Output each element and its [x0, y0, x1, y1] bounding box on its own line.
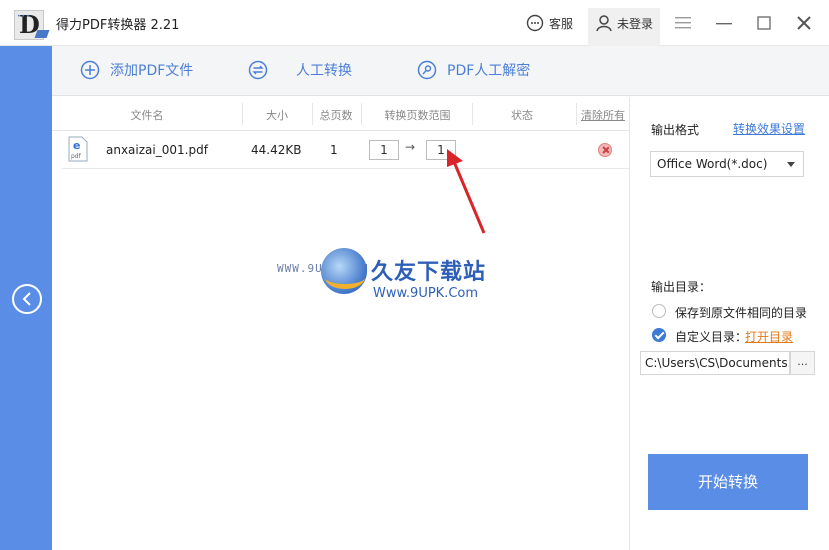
start-convert-button[interactable]: 开始转换 [648, 454, 808, 510]
custom-dir-label: 自定义目录： [675, 330, 748, 344]
close-icon [797, 16, 811, 30]
pdf-decrypt-button[interactable]: PDF人工解密 [417, 60, 530, 80]
output-path-field[interactable]: C:\Users\CS\Documents... [640, 351, 790, 375]
header-divider [361, 103, 362, 125]
swap-arrows-icon [248, 60, 268, 80]
annotation-arrow-icon [447, 149, 486, 234]
key-icon [417, 60, 437, 80]
header-divider [576, 103, 577, 125]
minimize-icon [716, 23, 732, 25]
output-format-label: 输出格式 [651, 123, 700, 137]
plus-circle-icon [80, 60, 100, 80]
pdf-file-icon: e pdf [68, 136, 88, 162]
main-toolbar: 添加PDF文件 人工转换 PDF人工解密 [52, 46, 829, 96]
custom-dir-radio[interactable] [652, 328, 666, 342]
file-pages: 1 [330, 143, 338, 157]
maximize-button[interactable] [751, 10, 777, 36]
delete-row-icon[interactable] [598, 143, 612, 157]
same-dir-radio[interactable] [652, 304, 666, 318]
add-pdf-button[interactable]: 添加PDF文件 [80, 60, 193, 80]
range-from-input[interactable]: 1 [369, 140, 399, 160]
hamburger-icon [675, 17, 691, 29]
login-label: 未登录 [617, 16, 654, 31]
chat-bubble-icon [526, 14, 544, 32]
watermark: WWW.9UPK.COM 久友下载站 Www.9UPK.Com [277, 248, 517, 308]
customer-service-button[interactable]: 客服 [526, 14, 573, 32]
header-divider [312, 103, 313, 125]
header-range: 转换页数范围 [384, 109, 451, 122]
browse-button[interactable]: ... [790, 351, 815, 375]
file-name: anxaizai_001.pdf [106, 143, 208, 157]
header-pages: 总页数 [319, 109, 353, 122]
minimize-button[interactable] [711, 10, 737, 36]
table-row[interactable]: e pdf anxaizai_001.pdf 44.42KB 1 1 → 1 [62, 131, 629, 169]
range-arrow-icon: → [405, 140, 416, 154]
svg-text:e: e [73, 139, 80, 152]
customer-service-label: 客服 [549, 16, 574, 31]
watermark-globe-icon [321, 248, 367, 294]
pdf-file-icon-text: pdf [71, 153, 82, 160]
chevron-down-icon [787, 162, 795, 167]
open-dir-link[interactable]: 打开目录 [745, 328, 793, 345]
header-divider [242, 103, 243, 125]
menu-button[interactable] [670, 10, 696, 36]
watermark-title: 久友下载站 [371, 260, 487, 285]
left-sidebar [0, 46, 52, 550]
output-dir-label: 输出目录： [651, 280, 712, 294]
table-header: 文件名 大小 总页数 转换页数范围 状态 清除所有 [52, 97, 629, 131]
watermark-subtitle: Www.9UPK.Com [373, 286, 479, 301]
login-button[interactable]: 未登录 [596, 14, 653, 32]
settings-panel: 输出格式 转换效果设置 Office Word(*.doc) 输出目录： 保存到… [629, 97, 829, 550]
header-divider [472, 103, 473, 125]
file-table: 文件名 大小 总页数 转换页数范围 状态 清除所有 e pdf anxaizai… [52, 97, 629, 550]
file-size: 44.42KB [251, 143, 302, 157]
app-window: D ••• 得力PDF转换器 2.21 客服 未登录 添加PDF文件 人工转换 … [0, 0, 829, 550]
title-bar: D ••• 得力PDF转换器 2.21 客服 未登录 [0, 0, 829, 46]
app-title: 得力PDF转换器 2.21 [56, 18, 180, 33]
header-filename: 文件名 [130, 109, 164, 122]
output-format-value: Office Word(*.doc) [657, 157, 768, 171]
same-dir-label: 保存到原文件相同的目录 [675, 306, 808, 320]
header-size: 大小 [266, 109, 288, 122]
add-pdf-label: 添加PDF文件 [110, 63, 194, 79]
collapse-button[interactable] [12, 284, 42, 314]
user-icon [596, 15, 612, 32]
close-button[interactable] [791, 10, 817, 36]
maximize-icon [757, 16, 771, 30]
clear-all-link[interactable]: 清除所有 [579, 107, 627, 123]
manual-convert-label: 人工转换 [296, 63, 352, 79]
output-format-select[interactable]: Office Word(*.doc) [650, 151, 804, 177]
pdf-decrypt-label: PDF人工解密 [447, 63, 531, 79]
app-logo-icon: D ••• [14, 10, 50, 40]
effect-settings-link[interactable]: 转换效果设置 [733, 120, 805, 137]
header-status: 状态 [511, 109, 533, 122]
chevron-left-icon [22, 292, 31, 306]
manual-convert-button[interactable]: 人工转换 [248, 60, 352, 80]
